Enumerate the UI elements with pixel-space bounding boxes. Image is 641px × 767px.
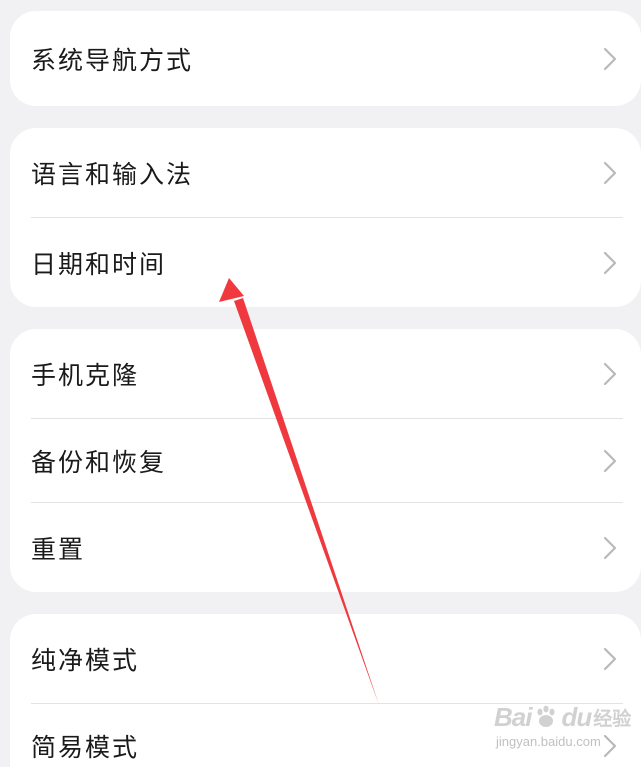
chevron-right-icon [603,449,617,473]
settings-group-backup: 手机克隆 备份和恢复 重置 [10,329,641,592]
paw-icon [537,705,556,727]
chevron-right-icon [603,47,617,70]
settings-group-navigation: 系统导航方式 [10,11,641,106]
settings-item-reset[interactable]: 重置 [10,503,641,592]
settings-item-label: 手机克隆 [31,361,140,390]
chevron-right-icon [603,161,617,185]
settings-group-language-time: 语言和输入法 日期和时间 [10,128,641,307]
settings-item-label: 备份和恢复 [31,448,167,477]
chevron-right-icon [603,647,617,671]
settings-item-label: 日期和时间 [31,249,167,279]
watermark-url: jingyan.baidu.com [496,734,601,749]
watermark-jingyan: 经验 [593,707,632,730]
watermark-brand: Bai [494,701,532,732]
settings-item-pure-mode[interactable]: 纯净模式 [10,614,641,704]
chevron-right-icon [603,362,617,386]
settings-page: 系统导航方式 语言和输入法 日期和时间 手机克隆 备份和恢复 重置 纯净模式 简… [0,0,641,767]
settings-item-system-navigation[interactable]: 系统导航方式 [10,11,641,106]
settings-item-label: 重置 [31,534,86,564]
settings-item-label: 系统导航方式 [31,45,194,75]
settings-item-phone-clone[interactable]: 手机克隆 [10,329,641,419]
settings-item-label: 纯净模式 [31,646,140,675]
settings-item-date-time[interactable]: 日期和时间 [10,218,641,307]
settings-item-label: 语言和输入法 [31,160,194,189]
chevron-right-icon [603,251,617,274]
chevron-right-icon [603,536,617,559]
settings-item-backup-restore[interactable]: 备份和恢复 [10,419,641,503]
settings-item-label: 简易模式 [31,733,140,762]
baidu-jingyan-watermark: Bai du 经验 jingyan.baidu.com [494,696,634,760]
settings-item-language-input[interactable]: 语言和输入法 [10,128,641,218]
watermark-brand-suffix: du [561,701,592,732]
